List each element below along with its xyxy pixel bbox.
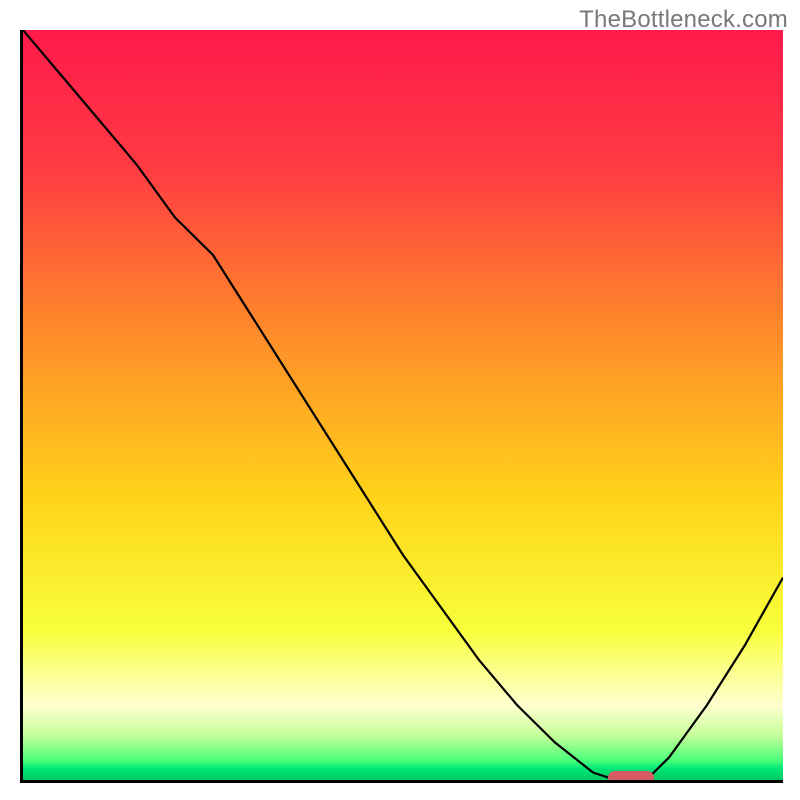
- optimal-marker: [608, 771, 654, 783]
- plot-area: [20, 30, 783, 783]
- chart-container: TheBottleneck.com: [0, 0, 800, 800]
- bottleneck-curve: [23, 30, 783, 780]
- watermark-text: TheBottleneck.com: [579, 6, 788, 34]
